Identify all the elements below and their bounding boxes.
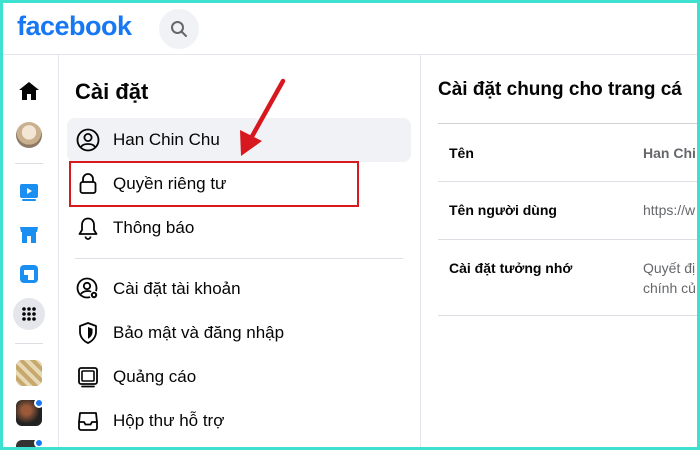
profile-avatar-button[interactable]	[13, 119, 45, 151]
row-value: Han Chi	[643, 145, 696, 161]
menu-item-support-inbox[interactable]: Hộp thư hỗ trợ	[67, 399, 411, 443]
settings-title: Cài đặt	[75, 79, 149, 104]
ads-icon	[75, 364, 101, 390]
shortcut-avatar-1	[16, 360, 42, 386]
page-title: Cài đặt chung cho trang cá	[438, 79, 682, 100]
rail-divider	[15, 343, 43, 344]
row-label: Cài đặt tưởng nhớ	[449, 260, 573, 276]
red-arrow-icon	[240, 78, 286, 156]
inbox-icon	[75, 408, 101, 434]
menu-item-label: Han Chin Chu	[113, 130, 220, 149]
account-settings-icon	[75, 276, 101, 302]
settings-row-name[interactable]: Tên Han Chi	[438, 124, 697, 181]
notification-dot	[34, 398, 44, 408]
marketplace-button[interactable]	[13, 218, 45, 250]
screenshot-frame: facebook Cài đặt Han Chin Chu Quyền riên…	[0, 0, 700, 450]
search-icon	[171, 21, 187, 37]
home-button[interactable]	[13, 75, 45, 107]
row-value-line2: chính củ	[643, 280, 696, 296]
menu-item-label: Quảng cáo	[113, 367, 197, 386]
menu-item-notifications[interactable]: Thông báo	[67, 206, 411, 250]
menu-item-label: Thông báo	[113, 218, 195, 237]
highlight-box	[69, 161, 359, 207]
rail-divider	[15, 163, 43, 164]
menu-item-account-settings[interactable]: Cài đặt tài khoản	[67, 267, 411, 311]
shortcut-1[interactable]	[13, 357, 45, 389]
menu-grid-icon	[22, 307, 36, 321]
left-rail	[3, 55, 59, 447]
gaming-icon	[20, 265, 38, 283]
user-circle-icon	[75, 127, 101, 153]
profile-avatar	[16, 122, 42, 148]
bell-icon	[75, 215, 101, 241]
row-label: Tên người dùng	[449, 202, 557, 218]
marketplace-icon	[20, 227, 38, 243]
shield-icon	[75, 320, 101, 346]
menu-item-label: Hộp thư hỗ trợ	[113, 411, 225, 430]
shortcut-2[interactable]	[13, 397, 45, 429]
menu-item-ads[interactable]: Quảng cáo	[67, 355, 411, 399]
row-value-line1: Quyết đị	[643, 260, 696, 276]
watch-icon	[20, 184, 38, 201]
menu-divider	[75, 258, 403, 259]
row-value: https://w	[643, 202, 696, 218]
settings-row-username[interactable]: Tên người dùng https://w	[438, 182, 697, 239]
facebook-logo[interactable]: facebook	[17, 11, 132, 42]
top-bar: facebook	[3, 3, 697, 55]
settings-row-memorial[interactable]: Cài đặt tưởng nhớ Quyết đị chính củ	[438, 240, 697, 315]
search-button[interactable]	[159, 9, 199, 49]
menu-button[interactable]	[13, 298, 45, 330]
home-icon	[19, 82, 39, 100]
main-content: Cài đặt chung cho trang cá Tên Han Chi T…	[421, 55, 697, 447]
menu-item-label: Cài đặt tài khoản	[113, 279, 241, 298]
row-divider	[438, 315, 697, 316]
row-label: Tên	[449, 145, 474, 161]
menu-item-security[interactable]: Bảo mật và đăng nhập	[67, 311, 411, 355]
menu-item-label: Bảo mật và đăng nhập	[113, 323, 285, 342]
gaming-button[interactable]	[13, 258, 45, 290]
shortcut-avatar-3	[16, 438, 44, 447]
watch-button[interactable]	[13, 176, 45, 208]
shortcut-3[interactable]	[13, 437, 45, 447]
shortcut-avatar-2	[16, 398, 44, 426]
notification-dot	[34, 438, 44, 447]
